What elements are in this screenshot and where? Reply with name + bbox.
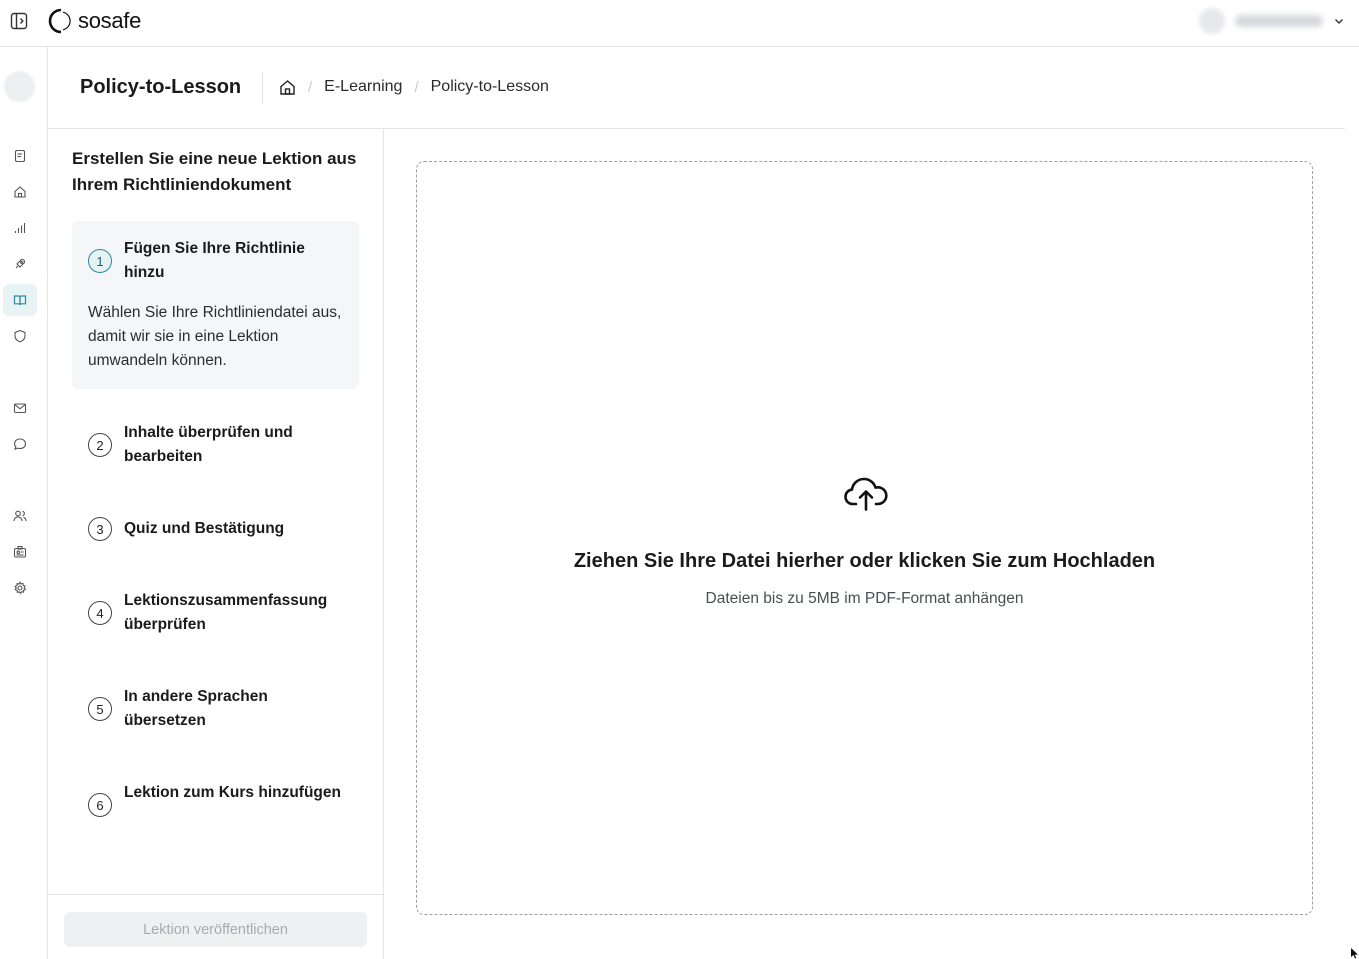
rocket-icon: [15, 258, 26, 269]
chevron-down-icon: [1333, 15, 1345, 27]
users-icon: [13, 510, 27, 522]
home-icon: [14, 186, 26, 198]
book-icon: [13, 295, 27, 306]
brand-name: sosafe: [78, 8, 142, 33]
rail-item-home[interactable]: [3, 176, 37, 208]
top-bar: sosafe: [0, 0, 1359, 47]
chat-icon: [13, 438, 27, 451]
steps-heading: Erstellen Sie eine neue Lektion aus Ihre…: [72, 149, 357, 194]
rail-item-security[interactable]: [3, 320, 37, 352]
mail-icon: [13, 403, 27, 414]
rail-item-messages[interactable]: [3, 428, 37, 460]
step-number: 6: [88, 793, 112, 817]
step-number: 2: [88, 433, 112, 457]
step-title: Quiz und Bestätigung: [124, 520, 285, 537]
step-1[interactable]: 1 Fügen Sie Ihre Richtlinie hinzu Wählen…: [72, 221, 359, 389]
mouse-cursor-icon: [1351, 948, 1358, 959]
rail-item-analytics[interactable]: [3, 212, 37, 244]
breadcrumb-home-link[interactable]: [278, 78, 296, 96]
step-number: 5: [88, 697, 112, 721]
page-header: Policy-to-Lesson / E-Learning / Policy-t…: [48, 47, 1345, 129]
steps-panel: Erstellen Sie eine neue Lektion aus Ihre…: [48, 129, 384, 959]
workspace-avatar[interactable]: [4, 71, 35, 102]
step-number: 4: [88, 601, 112, 625]
step-6[interactable]: 6 Lektion zum Kurs hinzufügen: [72, 765, 359, 845]
rail-item-clipboard[interactable]: [3, 140, 37, 172]
file-dropzone[interactable]: Ziehen Sie Ihre Datei hierher oder klick…: [416, 161, 1313, 915]
rail-item-mail[interactable]: [3, 392, 37, 424]
logo-mark-icon: [48, 8, 71, 34]
rail-item-users[interactable]: [3, 500, 37, 532]
steps-panel-footer: Lektion veröffentlichen: [48, 894, 383, 959]
clipboard-icon: [14, 149, 26, 163]
breadcrumb-item-current: Policy-to-Lesson: [430, 78, 549, 95]
chart-icon: [14, 223, 26, 233]
breadcrumb: / E-Learning / Policy-to-Lesson: [278, 78, 549, 96]
rail-item-campaigns[interactable]: [3, 248, 37, 280]
id-badge-icon: [13, 545, 27, 558]
step-number: 1: [88, 249, 112, 273]
dropzone-title: Ziehen Sie Ihre Datei hierher oder klick…: [573, 550, 1156, 572]
cloud-upload-icon: [844, 477, 888, 511]
breadcrumb-separator: /: [414, 78, 419, 96]
step-4[interactable]: 4 Lektionszusammenfassung überprüfen: [72, 573, 359, 653]
user-avatar: [1199, 8, 1225, 34]
gear-icon: [14, 581, 27, 595]
header-divider: [262, 71, 263, 104]
rail-item-elearning[interactable]: [3, 284, 37, 316]
step-2[interactable]: 2 Inhalte überprüfen und bearbeiten: [72, 405, 359, 485]
step-title: In andere Sprachen übersetzen: [124, 688, 268, 729]
icon-rail: [0, 47, 48, 959]
step-3[interactable]: 3 Quiz und Bestätigung: [72, 501, 359, 557]
step-title: Lektionszusammenfassung überprüfen: [124, 592, 328, 633]
user-name-redacted: [1235, 15, 1323, 27]
step-description: Wählen Sie Ihre Richtliniendatei aus, da…: [88, 304, 342, 369]
dropzone-subtitle: Dateien bis zu 5MB im PDF-Format anhänge…: [705, 590, 1024, 607]
sidebar-toggle-icon[interactable]: [10, 12, 28, 30]
rail-item-organization[interactable]: [3, 536, 37, 568]
step-number: 3: [88, 517, 112, 541]
step-5[interactable]: 5 In andere Sprachen übersetzen: [72, 669, 359, 749]
step-title: Lektion zum Kurs hinzufügen: [124, 784, 341, 801]
breadcrumb-separator: /: [308, 78, 313, 96]
breadcrumb-item-elearning[interactable]: E-Learning: [324, 78, 402, 96]
rail-item-settings[interactable]: [3, 572, 37, 604]
user-menu[interactable]: [1199, 8, 1345, 34]
page-title: Policy-to-Lesson: [80, 76, 242, 98]
brand-logo[interactable]: sosafe: [48, 8, 141, 34]
home-icon: [279, 79, 295, 95]
step-title: Fügen Sie Ihre Richtlinie hinzu: [124, 240, 305, 281]
shield-icon: [14, 329, 26, 343]
step-title: Inhalte überprüfen und bearbeiten: [124, 424, 293, 465]
publish-lesson-button[interactable]: Lektion veröffentlichen: [64, 912, 367, 947]
